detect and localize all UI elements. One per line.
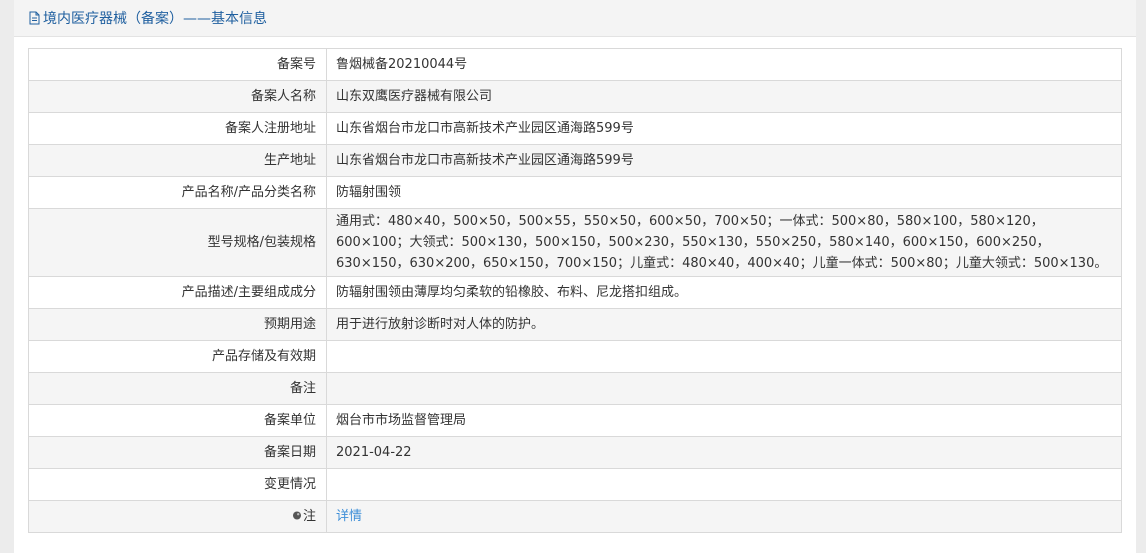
row-label: 备案日期 — [28, 436, 327, 469]
row-value — [326, 340, 1122, 373]
row-label: 注 — [302, 509, 316, 524]
row-label: 预期用途 — [28, 308, 327, 341]
panel-header: 境内医疗器械（备案）——基本信息 — [14, 0, 1136, 37]
row-label: 备案号 — [28, 48, 327, 81]
table-row: 生产地址 山东省烟台市龙口市高新技术产业园区通海路599号 — [28, 144, 1122, 177]
row-label: 产品名称/产品分类名称 — [28, 176, 327, 209]
row-value: 防辐射围领 — [326, 176, 1122, 209]
row-value: 2021-04-22 — [326, 436, 1122, 469]
table-row: 备案人名称 山东双鹰医疗器械有限公司 — [28, 80, 1122, 113]
row-label: 变更情况 — [28, 468, 327, 501]
row-value: 用于进行放射诊断时对人体的防护。 — [326, 308, 1122, 341]
table-row: 备案人注册地址 山东省烟台市龙口市高新技术产业园区通海路599号 — [28, 112, 1122, 145]
row-label: 型号规格/包装规格 — [28, 208, 327, 277]
info-panel: 境内医疗器械（备案）——基本信息 备案号 鲁烟械备20210044号 备案人名称… — [14, 0, 1136, 553]
row-label: 备注 — [28, 372, 327, 405]
page-title: 境内医疗器械（备案）——基本信息 — [43, 11, 267, 27]
table-row: 产品名称/产品分类名称 防辐射围领 — [28, 176, 1122, 209]
table-row: 产品存储及有效期 — [28, 340, 1122, 373]
table-row: 型号规格/包装规格 通用式：480×40，500×50，500×55，550×5… — [28, 208, 1122, 277]
row-value: 详情 — [326, 500, 1122, 533]
table-row: 产品描述/主要组成成分 防辐射围领由薄厚均匀柔软的铅橡胶、布料、尼龙搭扣组成。 — [28, 276, 1122, 309]
row-label: 产品存储及有效期 — [28, 340, 327, 373]
row-label: 生产地址 — [28, 144, 327, 177]
table-row: 备案单位 烟台市市场监督管理局 — [28, 404, 1122, 437]
table-row: 注 详情 — [28, 500, 1122, 533]
details-link[interactable]: 详情 — [336, 509, 362, 524]
pin-icon — [292, 507, 302, 520]
info-table: 备案号 鲁烟械备20210044号 备案人名称 山东双鹰医疗器械有限公司 备案人… — [28, 48, 1122, 533]
table-row: 备案号 鲁烟械备20210044号 — [28, 48, 1122, 81]
row-value — [326, 468, 1122, 501]
note-label-cell: 注 — [28, 500, 327, 533]
row-value: 通用式：480×40，500×50，500×55，550×50，600×50，7… — [326, 208, 1122, 277]
row-label: 产品描述/主要组成成分 — [28, 276, 327, 309]
row-value: 山东省烟台市龙口市高新技术产业园区通海路599号 — [326, 144, 1122, 177]
document-icon — [28, 11, 41, 25]
row-label: 备案人名称 — [28, 80, 327, 113]
row-label: 备案人注册地址 — [28, 112, 327, 145]
table-row: 备注 — [28, 372, 1122, 405]
row-value — [326, 372, 1122, 405]
row-value: 鲁烟械备20210044号 — [326, 48, 1122, 81]
table-row: 备案日期 2021-04-22 — [28, 436, 1122, 469]
row-value: 防辐射围领由薄厚均匀柔软的铅橡胶、布料、尼龙搭扣组成。 — [326, 276, 1122, 309]
row-value: 山东省烟台市龙口市高新技术产业园区通海路599号 — [326, 112, 1122, 145]
row-value: 山东双鹰医疗器械有限公司 — [326, 80, 1122, 113]
row-label: 备案单位 — [28, 404, 327, 437]
table-row: 变更情况 — [28, 468, 1122, 501]
row-value: 烟台市市场监督管理局 — [326, 404, 1122, 437]
table-row: 预期用途 用于进行放射诊断时对人体的防护。 — [28, 308, 1122, 341]
